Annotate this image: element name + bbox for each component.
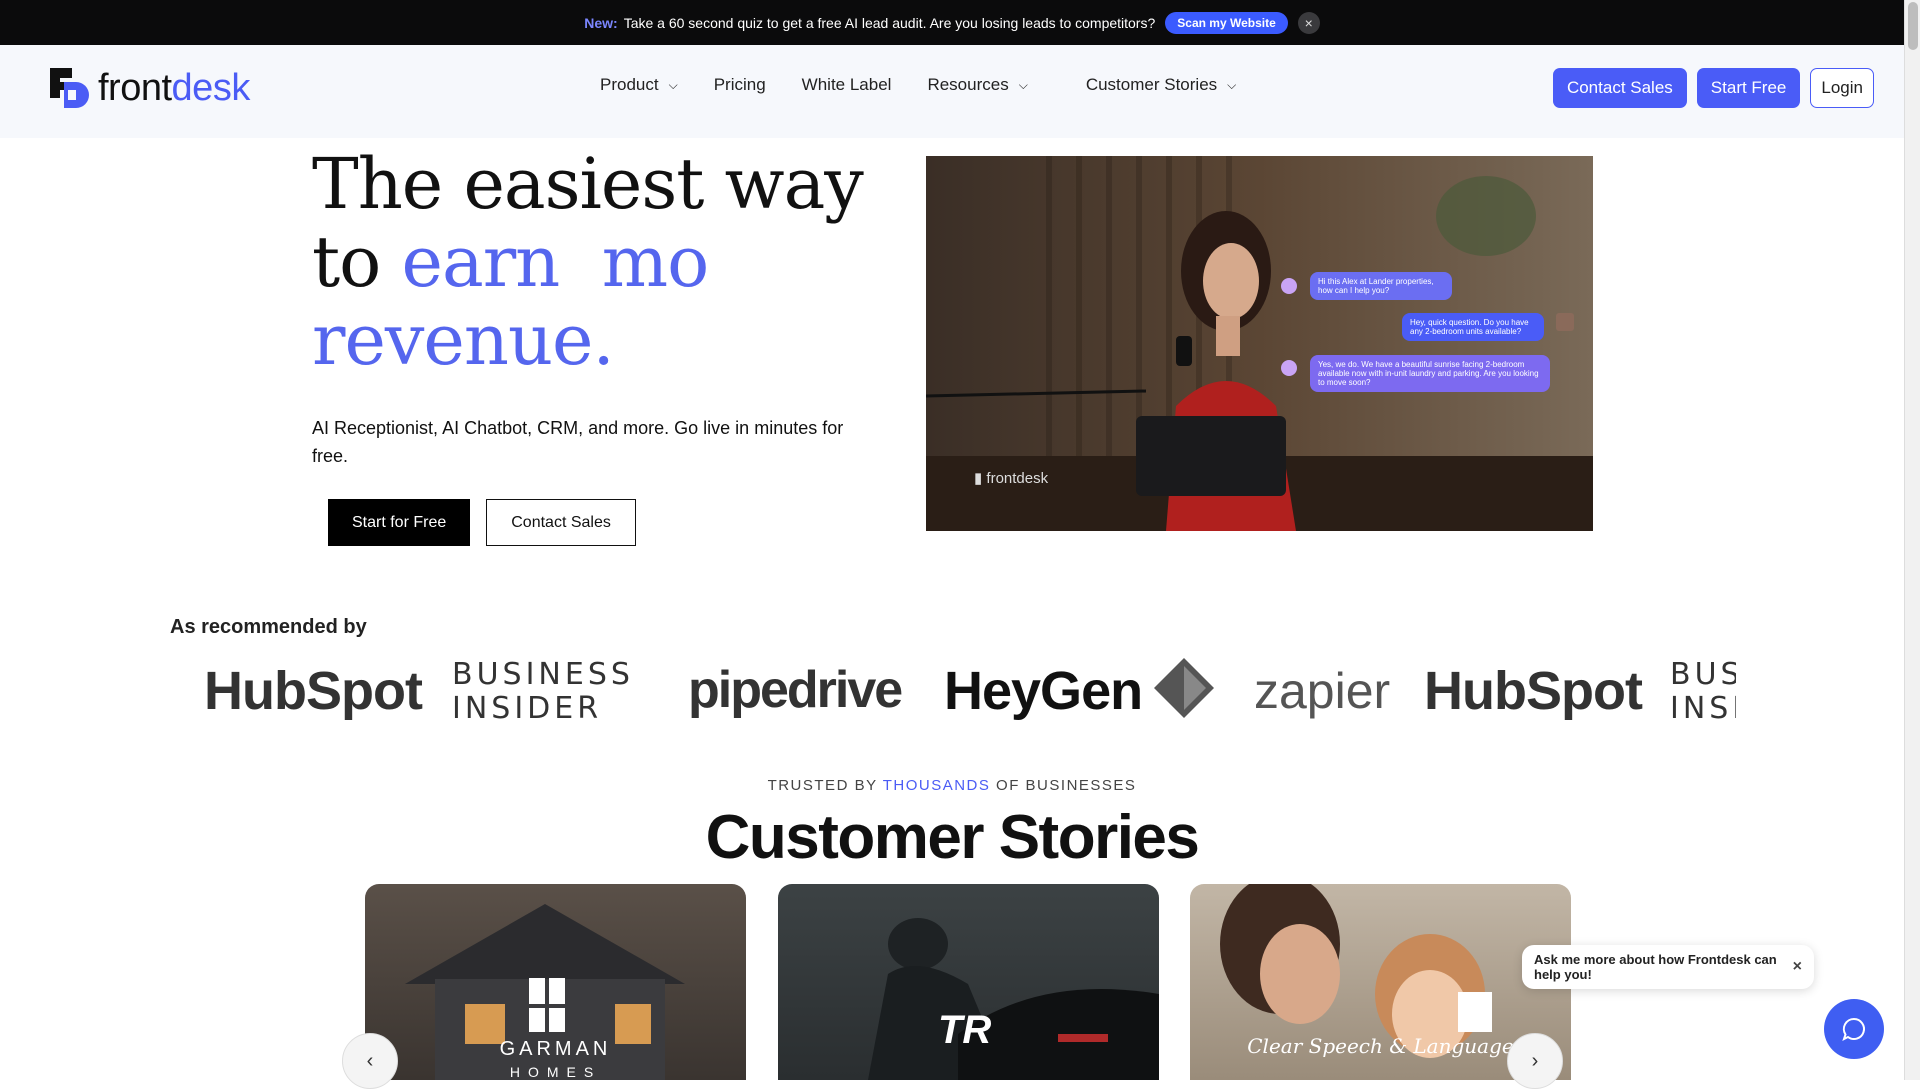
main-nav: frontdesk Product ⌵ Pricing White Label … xyxy=(0,45,1904,138)
chevron-down-icon: ⌵ xyxy=(1227,77,1237,92)
story-card-tr[interactable]: TR xyxy=(778,884,1159,1080)
heygen-mark-icon xyxy=(1154,658,1214,718)
customer-stories-title: Customer Stories xyxy=(705,803,1200,872)
zapier-logo: zapier xyxy=(1254,663,1391,719)
nav-item-customer-stories[interactable]: Customer Stories ⌵ xyxy=(1086,75,1236,95)
page-scrollbar[interactable] xyxy=(1904,0,1920,1080)
frontdesk-logo-icon xyxy=(50,67,89,108)
announcement-close-icon[interactable]: × xyxy=(1297,11,1320,34)
recommended-logos: HubSpot BUSINESS INSIDER pipedrive HeyGe… xyxy=(204,650,1736,730)
nav-ctas: Contact Sales Start Free Login xyxy=(1543,68,1874,108)
carousel-prev-button[interactable]: ‹ xyxy=(342,1033,398,1089)
login-button[interactable]: Login xyxy=(1810,68,1874,108)
recommended-title: As recommended by xyxy=(170,616,367,638)
chat-launcher-button[interactable] xyxy=(1824,999,1884,1059)
chat-bubble-user: Hey, quick question. Do you have any 2-b… xyxy=(1402,313,1544,341)
chat-prompt-popup[interactable]: Ask me more about how Frontdesk can help… xyxy=(1522,945,1814,989)
business-insider-logo: BUSINESS INSIDER xyxy=(1670,657,1736,726)
ai-avatar-icon xyxy=(1281,360,1297,376)
garman-brand: GARMAN xyxy=(499,1038,612,1060)
chevron-down-icon: ⌵ xyxy=(1018,77,1028,92)
pipedrive-logo: pipedrive xyxy=(688,661,903,719)
announcement-bar: New: Take a 60 second quiz to get a free… xyxy=(0,0,1904,45)
nav-item-label: Product xyxy=(600,75,659,94)
logo-wordmark: frontdesk xyxy=(98,67,250,110)
chat-bubble-ai-1: Hi this Alex at Lander properties, how c… xyxy=(1310,272,1452,300)
logo-desk: desk xyxy=(171,67,251,109)
user-avatar-icon xyxy=(1556,313,1574,331)
hubspot-logo: HubSpot xyxy=(204,661,423,721)
chat-bubble-icon xyxy=(1842,1017,1865,1041)
hero-headline: The easiest way to earn more revenue. xyxy=(312,143,864,381)
trusted-highlight: THOUSANDS xyxy=(882,777,991,794)
hero-line-2-a: to xyxy=(312,221,381,303)
nav-menu: Product ⌵ Pricing White Label Resources … xyxy=(600,75,1272,95)
chevron-down-icon: ⌵ xyxy=(668,77,678,92)
nav-item-label: Pricing xyxy=(713,75,766,94)
trusted-by-label: TRUSTED BY THOUSANDS OF BUSINESSES xyxy=(0,777,1904,794)
garman-sub: HOMES xyxy=(509,1064,602,1080)
scrollbar-thumb[interactable] xyxy=(1908,2,1918,50)
story-card-garman[interactable]: GARMAN HOMES xyxy=(365,884,746,1080)
hero-line-1: The easiest way xyxy=(312,143,864,225)
frontdesk-logo[interactable]: frontdesk xyxy=(50,67,250,110)
hubspot-logo: HubSpot xyxy=(1424,661,1643,721)
tr-logo: TR xyxy=(938,1008,992,1052)
heygen-logo: HeyGen xyxy=(944,661,1143,721)
nav-item-label: Resources xyxy=(927,75,1009,94)
video-watermark: ▮ frontdesk xyxy=(974,470,1049,487)
trusted-post: OF BUSINESSES xyxy=(990,777,1137,794)
hero-line-2-b: earn more xyxy=(401,223,709,301)
hero-buttons: Start for Free Contact Sales xyxy=(328,499,636,546)
garman-logo-icon xyxy=(529,978,565,1032)
hero-line-3: revenue. xyxy=(312,299,615,381)
business-insider-logo: BUSINESS INSIDER xyxy=(452,657,634,726)
announcement-text: Take a 60 second quiz to get a free AI l… xyxy=(623,14,1156,31)
logo-front: front xyxy=(98,67,172,109)
nav-item-label: White Label xyxy=(801,75,892,94)
hero-subtitle: AI Receptionist, AI Chatbot, CRM, and mo… xyxy=(312,418,844,466)
chat-prompt-text: Ask me more about how Frontdesk can help… xyxy=(1534,952,1777,982)
speech-bubble-logo-icon xyxy=(1458,992,1492,1032)
trusted-pre: TRUSTED BY xyxy=(767,777,883,794)
start-for-free-button[interactable]: Start for Free xyxy=(328,499,471,546)
contact-sales-button[interactable]: Contact Sales xyxy=(1552,68,1687,108)
carousel-next-button[interactable]: › xyxy=(1507,1033,1563,1089)
nav-item-product[interactable]: Product ⌵ xyxy=(600,75,678,95)
nav-item-white-label[interactable]: White Label xyxy=(802,75,892,95)
ai-avatar-icon xyxy=(1281,278,1297,294)
start-free-button[interactable]: Start Free xyxy=(1696,68,1801,108)
scan-website-button[interactable]: Scan my Website xyxy=(1165,11,1288,34)
announcement-new-label: New: xyxy=(584,14,618,31)
video-watermark-text: frontdesk xyxy=(986,470,1049,487)
nav-item-pricing[interactable]: Pricing xyxy=(714,75,766,95)
nav-item-resources[interactable]: Resources ⌵ xyxy=(927,75,1027,95)
hero-contact-sales-button[interactable]: Contact Sales xyxy=(486,499,636,546)
hero-line-2: to earn more xyxy=(312,223,863,301)
chat-bubble-ai-2: Yes, we do. We have a beautiful sunrise … xyxy=(1310,355,1550,392)
chat-prompt-close-icon[interactable]: × xyxy=(1793,958,1802,976)
hero-video[interactable]: Hi this Alex at Lander properties, how c… xyxy=(926,156,1593,531)
nav-item-label: Customer Stories xyxy=(1085,75,1218,94)
